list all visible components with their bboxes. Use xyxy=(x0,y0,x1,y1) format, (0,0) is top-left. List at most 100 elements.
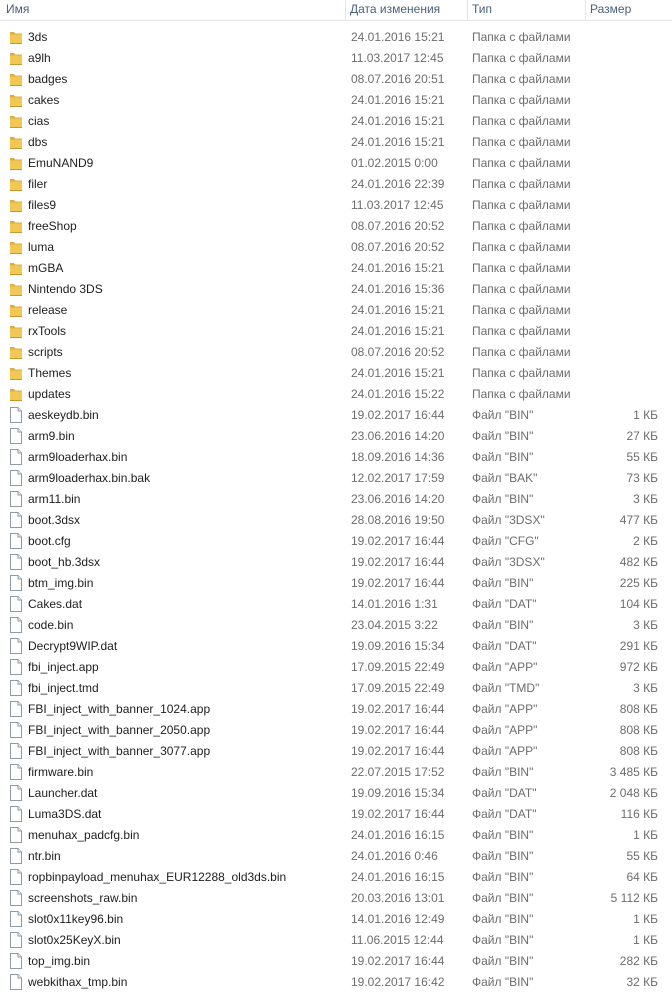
item-type: Папка с файлами xyxy=(472,303,571,317)
item-name: ntr.bin xyxy=(28,849,61,863)
item-type: Файл "CFG" xyxy=(472,534,539,548)
file-row[interactable]: arm9.bin 23.06.2016 14:20 Файл "BIN" 27 КБ xyxy=(0,426,672,447)
file-row[interactable]: FBI_inject_with_banner_2050.app 19.02.201… xyxy=(0,720,672,741)
item-type: Папка с файлами xyxy=(472,177,571,191)
file-row[interactable]: FBI_inject_with_banner_3077.app 19.02.201… xyxy=(0,741,672,762)
column-header-date-modified[interactable]: Дата изменения xyxy=(345,0,467,20)
item-type: Файл "DAT" xyxy=(472,786,537,800)
folder-icon xyxy=(9,344,23,360)
folder-row[interactable]: Nintendo 3DS 24.01.2016 15:36 Папка с файл… xyxy=(0,279,672,300)
file-row[interactable]: slot0x11key96.bin 14.01.2016 12:49 Файл "B… xyxy=(0,909,672,930)
file-row[interactable]: fbi_inject.app 17.09.2015 22:49 Файл "APP"… xyxy=(0,657,672,678)
file-row[interactable]: Luma3DS.dat 19.02.2017 16:44 Файл "DAT" 116… xyxy=(0,804,672,825)
file-row[interactable]: screenshots_raw.bin 20.03.2016 13:01 Файл … xyxy=(0,888,672,909)
file-row[interactable]: fbi_inject.tmd 17.09.2015 22:49 Файл "TMD"… xyxy=(0,678,672,699)
folder-row[interactable]: dbs 24.01.2016 15:21 Папка с файлами xyxy=(0,132,672,153)
folder-row[interactable]: a9lh 11.03.2017 12:45 Папка с файлами xyxy=(0,48,672,69)
file-row[interactable]: Launcher.dat 19.09.2016 15:34 Файл "DAT" 2 … xyxy=(0,783,672,804)
item-name: scripts xyxy=(28,345,63,359)
file-row[interactable]: Cakes.dat 14.01.2016 1:31 Файл "DAT" 104 КБ xyxy=(0,594,672,615)
folder-row[interactable]: files9 11.03.2017 12:45 Папка с файлами xyxy=(0,195,672,216)
item-type: Папка с файлами xyxy=(472,261,571,275)
item-date-modified: 19.02.2017 16:42 xyxy=(351,975,445,989)
folder-row[interactable]: release 24.01.2016 15:21 Папка с файлами xyxy=(0,300,672,321)
folder-row[interactable]: cakes 24.01.2016 15:21 Папка с файлами xyxy=(0,90,672,111)
file-row[interactable]: webkithax_tmp.bin 19.02.2017 16:42 Файл "B… xyxy=(0,972,672,993)
item-date-modified: 24.01.2016 0:46 xyxy=(351,849,438,863)
item-name: Launcher.dat xyxy=(28,786,98,800)
file-row[interactable]: menuhax_padcfg.bin 24.01.2016 16:15 Файл "… xyxy=(0,825,672,846)
file-row[interactable]: firmware.bin 22.07.2015 17:52 Файл "BIN" 3 … xyxy=(0,762,672,783)
file-row[interactable]: slot0x25KeyX.bin 11.06.2015 12:44 Файл "BI… xyxy=(0,930,672,951)
folder-row[interactable]: badges 08.07.2016 20:51 Папка с файлами xyxy=(0,69,672,90)
column-header-size[interactable]: Размер xyxy=(585,0,672,20)
item-size: 3 КБ xyxy=(633,618,658,632)
folder-row[interactable]: scripts 08.07.2016 20:52 Папка с файлами xyxy=(0,342,672,363)
file-icon xyxy=(9,491,23,507)
folder-row[interactable]: EmuNAND9 01.02.2015 0:00 Папка с файлами xyxy=(0,153,672,174)
folder-icon xyxy=(9,197,23,213)
item-size: 116 КБ xyxy=(620,807,658,821)
item-type: Файл "DAT" xyxy=(472,807,537,821)
folder-row[interactable]: filer 24.01.2016 22:39 Папка с файлами xyxy=(0,174,672,195)
file-row[interactable]: code.bin 23.04.2015 3:22 Файл "BIN" 3 КБ xyxy=(0,615,672,636)
file-icon xyxy=(9,974,23,990)
file-row[interactable]: arm11.bin 23.06.2016 14:20 Файл "BIN" 3 КБ xyxy=(0,489,672,510)
folder-icon xyxy=(9,29,23,45)
item-name: top_img.bin xyxy=(28,954,91,968)
item-type: Файл "BIN" xyxy=(472,765,534,779)
file-row[interactable]: boot.3dsx 28.08.2016 19:50 Файл "3DSX" 477 … xyxy=(0,510,672,531)
item-size: 808 КБ xyxy=(619,744,658,758)
file-row[interactable]: arm9loaderhax.bin 18.09.2016 14:36 Файл "B… xyxy=(0,447,672,468)
folder-row[interactable]: luma 08.07.2016 20:52 Папка с файлами xyxy=(0,237,672,258)
item-date-modified: 19.02.2017 16:44 xyxy=(351,534,445,548)
folder-row[interactable]: Themes 24.01.2016 15:21 Папка с файлами xyxy=(0,363,672,384)
item-type: Папка с файлами xyxy=(472,282,571,296)
item-size: 972 КБ xyxy=(619,660,658,674)
item-date-modified: 14.01.2016 1:31 xyxy=(351,597,438,611)
column-header-type[interactable]: Тип xyxy=(467,0,585,20)
item-size: 1 КБ xyxy=(633,912,658,926)
item-type: Файл "BIN" xyxy=(472,828,534,842)
file-row[interactable]: btm_img.bin 19.02.2017 16:44 Файл "BIN" 225… xyxy=(0,573,672,594)
item-date-modified: 19.02.2017 16:44 xyxy=(351,555,445,569)
folder-row[interactable]: freeShop 08.07.2016 20:52 Папка с файлами xyxy=(0,216,672,237)
item-name: arm11.bin xyxy=(28,492,81,506)
item-date-modified: 12.02.2017 17:59 xyxy=(351,471,445,485)
folder-row[interactable]: cias 24.01.2016 15:21 Папка с файлами xyxy=(0,111,672,132)
item-size: 104 КБ xyxy=(619,597,658,611)
item-type: Папка с файлами xyxy=(472,135,571,149)
folder-row[interactable]: updates 24.01.2016 15:22 Папка с файлами xyxy=(0,384,672,405)
folder-icon xyxy=(9,260,23,276)
file-icon xyxy=(9,722,23,738)
folder-icon xyxy=(9,71,23,87)
file-icon xyxy=(9,638,23,654)
item-type: Файл "BIN" xyxy=(472,408,534,422)
item-name: btm_img.bin xyxy=(28,576,94,590)
folder-row[interactable]: rxTools 24.01.2016 15:21 Папка с файлами xyxy=(0,321,672,342)
file-row[interactable]: boot_hb.3dsx 19.02.2017 16:44 Файл "3DSX" 4… xyxy=(0,552,672,573)
column-header-name[interactable]: Имя xyxy=(0,0,345,20)
item-date-modified: 24.01.2016 15:36 xyxy=(351,282,445,296)
file-row[interactable]: Decrypt9WIP.dat 19.09.2016 15:34 Файл "DAT… xyxy=(0,636,672,657)
item-date-modified: 23.04.2015 3:22 xyxy=(351,618,438,632)
item-size: 27 КБ xyxy=(626,429,658,443)
file-row[interactable]: ntr.bin 24.01.2016 0:46 Файл "BIN" 55 КБ xyxy=(0,846,672,867)
item-name: FBI_inject_with_banner_2050.app xyxy=(28,723,211,737)
file-row[interactable]: boot.cfg 19.02.2017 16:44 Файл "CFG" 2 КБ xyxy=(0,531,672,552)
item-name: Nintendo 3DS xyxy=(28,282,103,296)
file-row[interactable]: ropbinpayload_menuhax_EUR12288_old3ds.bi… xyxy=(0,867,672,888)
item-type: Файл "BIN" xyxy=(472,954,534,968)
file-row[interactable]: FBI_inject_with_banner_1024.app 19.02.201… xyxy=(0,699,672,720)
file-row[interactable]: aeskeydb.bin 19.02.2017 16:44 Файл "BIN" 1 … xyxy=(0,405,672,426)
file-row[interactable]: top_img.bin 19.02.2017 16:44 Файл "BIN" 282… xyxy=(0,951,672,972)
file-icon xyxy=(9,596,23,612)
file-icon xyxy=(9,554,23,570)
item-type: Файл "BIN" xyxy=(472,849,534,863)
folder-row[interactable]: mGBA 24.01.2016 15:21 Папка с файлами xyxy=(0,258,672,279)
file-row[interactable]: arm9loaderhax.bin.bak 12.02.2017 17:59 Фай… xyxy=(0,468,672,489)
folder-row[interactable]: 3ds 24.01.2016 15:21 Папка с файлами xyxy=(0,27,672,48)
item-date-modified: 28.08.2016 19:50 xyxy=(351,513,445,527)
item-size: 482 КБ xyxy=(619,555,658,569)
item-name: luma xyxy=(28,240,55,254)
